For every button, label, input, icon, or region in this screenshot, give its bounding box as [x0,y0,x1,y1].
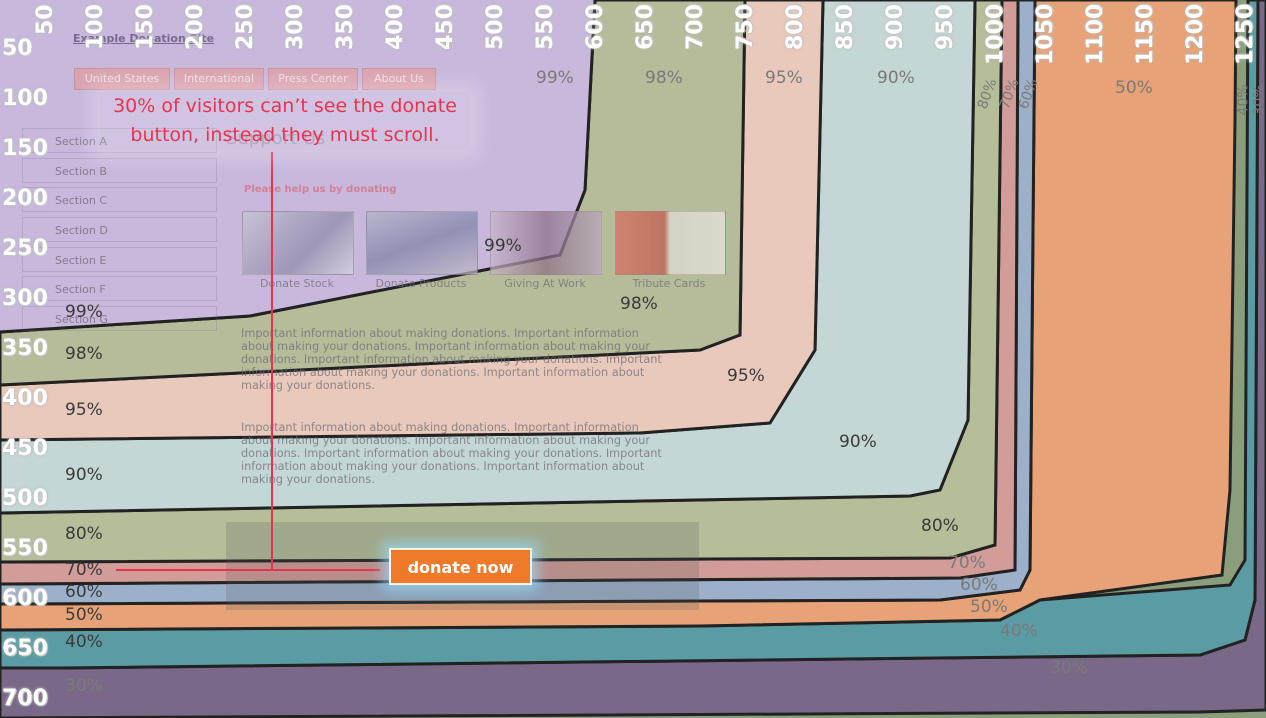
sidebar-item-section-a[interactable]: Section A [22,128,217,153]
tribute-cards-image[interactable] [614,211,726,275]
nav-united-states[interactable]: United States [74,68,170,90]
nav-international[interactable]: International [174,68,264,90]
sidebar-item-section-g[interactable]: Section G [22,306,217,331]
tile-caption-donate-stock[interactable]: Donate Stock [232,277,362,290]
giving-at-work-image[interactable] [490,211,602,275]
tile-caption-giving-at-work[interactable]: Giving At Work [480,277,610,290]
info-paragraph-2: Important information about making donat… [241,421,662,486]
sidebar-item-section-d[interactable]: Section D [22,217,217,242]
nav-about-us[interactable]: About Us [362,68,436,90]
site-title[interactable]: Example Donation Site [73,32,214,45]
sidebar-item-section-e[interactable]: Section E [22,247,217,272]
tile-caption-tribute-cards[interactable]: Tribute Cards [604,277,734,290]
tile-caption-donate-products[interactable]: Donate Products [356,277,486,290]
sidebar-item-section-f[interactable]: Section F [22,276,217,301]
webpage-mockup: Example Donation Site United States Inte… [0,0,1266,718]
sidebar-item-section-c[interactable]: Section C [22,187,217,212]
donate-stock-image[interactable] [242,211,354,275]
nav-press-center[interactable]: Press Center [268,68,358,90]
help-text: Please help us by donating [244,184,397,195]
donate-now-button[interactable]: donate now [389,548,532,585]
info-paragraph-1: Important information about making donat… [241,327,662,392]
page-heading: Support Us [226,128,326,149]
sidebar-item-section-b[interactable]: Section B [22,158,217,183]
donate-products-image[interactable] [366,211,478,275]
heatmap-overlay: Example Donation Site United States Inte… [0,0,1266,718]
